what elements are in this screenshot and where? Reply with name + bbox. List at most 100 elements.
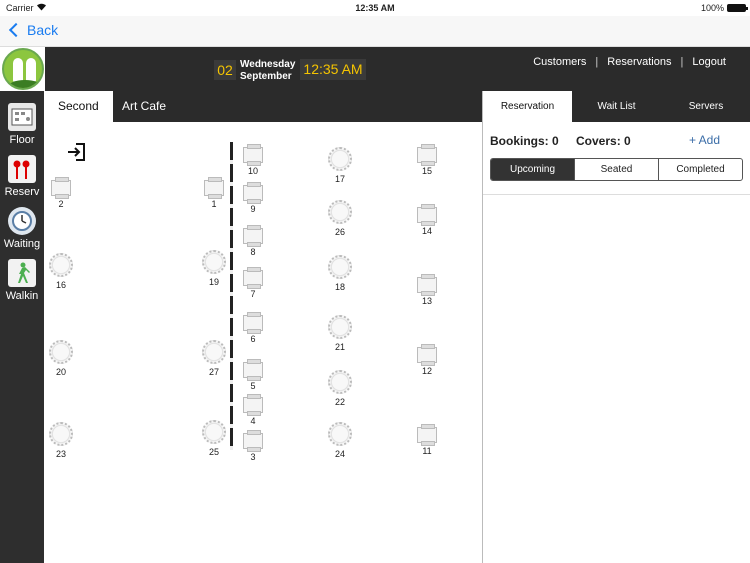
table-number: 7	[250, 289, 256, 299]
sidebar-item-waiting[interactable]: Waiting	[0, 201, 44, 251]
sidebar-item-reserv[interactable]: Reserv	[0, 149, 44, 199]
table-5[interactable]: 5	[238, 359, 268, 391]
cutlery-icon	[8, 155, 36, 183]
table-26[interactable]: 26	[325, 200, 355, 237]
table-9[interactable]: 9	[238, 182, 268, 214]
battery-icon	[727, 4, 748, 12]
sidebar-item-label: Waiting	[3, 238, 41, 250]
square-table-icon	[243, 359, 263, 381]
table-27[interactable]: 27	[199, 340, 229, 377]
table-10[interactable]: 10	[238, 144, 268, 176]
tab-servers[interactable]: Servers	[661, 91, 750, 122]
round-table-icon	[49, 253, 73, 277]
table-18[interactable]: 18	[325, 255, 355, 292]
table-number: 11	[422, 446, 432, 456]
table-number: 21	[334, 342, 345, 352]
sidebar-item-label: Reserv	[4, 186, 40, 198]
tab-reservation[interactable]: Reservation	[483, 91, 572, 122]
round-table-icon	[328, 315, 352, 339]
table-22[interactable]: 22	[325, 370, 355, 407]
round-table-icon	[328, 422, 352, 446]
table-15[interactable]: 15	[412, 144, 442, 176]
table-4[interactable]: 4	[238, 394, 268, 426]
logout-link[interactable]: Logout	[692, 56, 726, 68]
tab-wait-list[interactable]: Wait List	[572, 91, 661, 122]
customers-link[interactable]: Customers	[533, 56, 586, 68]
square-table-icon	[417, 204, 437, 226]
table-number: 13	[421, 296, 432, 306]
table-number: 5	[250, 381, 256, 391]
table-7[interactable]: 7	[238, 267, 268, 299]
square-table-icon	[417, 274, 437, 296]
table-number: 8	[250, 247, 256, 257]
table-3[interactable]: 3	[238, 430, 268, 462]
clock: 12:35 AM	[300, 59, 366, 80]
round-table-icon	[202, 250, 226, 274]
tab-second[interactable]: Second	[44, 91, 113, 122]
square-table-icon	[243, 144, 263, 166]
exit-icon[interactable]	[66, 142, 86, 162]
square-table-icon	[243, 312, 263, 334]
table-25[interactable]: 25	[199, 420, 229, 457]
round-table-icon	[328, 370, 352, 394]
sidebar-item-walkin[interactable]: Walkin	[0, 253, 44, 303]
table-number: 25	[208, 447, 219, 457]
navigation-bar: Back	[0, 16, 750, 47]
table-20[interactable]: 20	[46, 340, 76, 377]
separator: |	[595, 56, 599, 68]
square-table-icon	[243, 267, 263, 289]
table-13[interactable]: 13	[412, 274, 442, 306]
round-table-icon	[49, 340, 73, 364]
square-table-icon	[243, 430, 263, 452]
table-21[interactable]: 21	[325, 315, 355, 352]
table-8[interactable]: 8	[238, 225, 268, 257]
table-number: 16	[55, 280, 66, 290]
tab-art-cafe[interactable]: Art Cafe	[108, 91, 180, 122]
table-number: 4	[250, 416, 256, 426]
square-table-icon	[51, 177, 71, 199]
table-24[interactable]: 24	[325, 422, 355, 459]
segment-upcoming[interactable]: Upcoming	[491, 159, 575, 180]
square-table-icon	[243, 182, 263, 204]
table-16[interactable]: 16	[46, 253, 76, 290]
sidebar-item-floor[interactable]: Floor	[0, 97, 44, 147]
square-table-icon	[417, 424, 437, 446]
floor-plan: 2 1 10 17 15 9 26 14 8 16 19 7 18 13 6 21 20 27 12 5 22 4 23 25…	[44, 122, 482, 563]
reservations-link[interactable]: Reservations	[607, 56, 671, 68]
table-number: 17	[334, 174, 345, 184]
table-23[interactable]: 23	[46, 422, 76, 459]
back-label: Back	[27, 22, 59, 38]
list-divider	[483, 194, 750, 195]
table-14[interactable]: 14	[412, 204, 442, 236]
table-1[interactable]: 1	[199, 177, 229, 209]
square-table-icon	[204, 177, 224, 199]
table-number: 14	[421, 226, 432, 236]
table-11[interactable]: 11	[412, 424, 442, 456]
table-number: 2	[58, 199, 64, 209]
segment-seated[interactable]: Seated	[575, 159, 659, 180]
table-2[interactable]: 2	[46, 177, 76, 209]
table-19[interactable]: 19	[199, 250, 229, 287]
table-number: 12	[421, 366, 432, 376]
table-number: 23	[55, 449, 66, 459]
date-text: Wednesday September	[240, 59, 295, 83]
table-6[interactable]: 6	[238, 312, 268, 344]
round-table-icon	[328, 147, 352, 171]
floor-divider	[230, 142, 233, 450]
clock-icon	[8, 207, 36, 235]
sidebar: Floor Reserv Waiting Walkin	[0, 91, 44, 563]
sidebar-item-label: Floor	[9, 134, 35, 146]
reservation-panel: Reservation Wait List Servers Bookings: …	[482, 91, 750, 563]
table-number: 20	[55, 367, 66, 377]
separator: |	[680, 56, 684, 68]
table-12[interactable]: 12	[412, 344, 442, 376]
table-number: 3	[250, 452, 256, 462]
segment-completed[interactable]: Completed	[659, 159, 742, 180]
square-table-icon	[243, 225, 263, 247]
table-17[interactable]: 17	[325, 147, 355, 184]
back-button[interactable]: Back	[8, 22, 58, 38]
add-reservation-button[interactable]: + Add	[689, 133, 720, 147]
walking-person-icon	[8, 259, 36, 287]
table-number: 26	[334, 227, 345, 237]
round-table-icon	[202, 340, 226, 364]
